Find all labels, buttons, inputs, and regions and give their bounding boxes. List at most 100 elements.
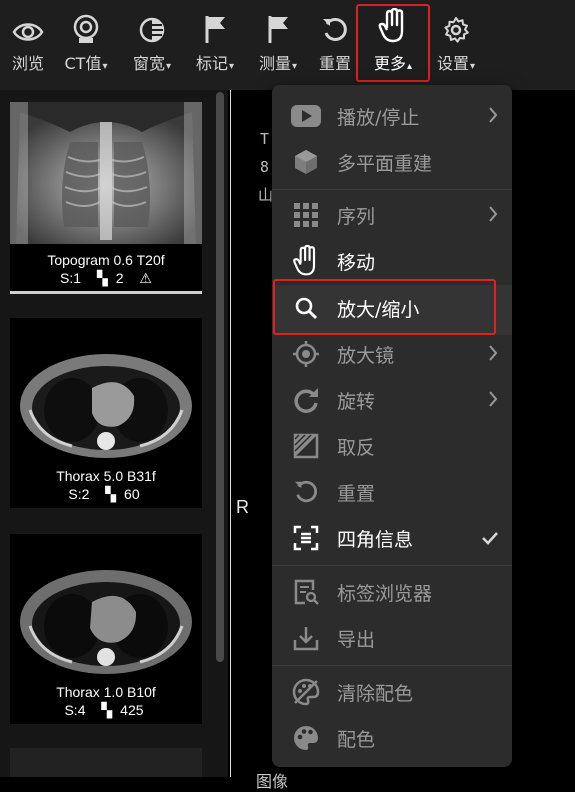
overlay-line-1: T	[260, 130, 270, 148]
ct-value-icon	[73, 14, 99, 43]
clear-palette-icon	[292, 678, 320, 706]
overlay-line-2: 8	[260, 158, 270, 176]
menu-divider	[272, 665, 512, 666]
tag-browser-icon	[294, 579, 319, 605]
toolbar: 浏览 CT值▾ 窗宽▾ 标记▾ 测量▾ 重置 更多▴ 设置▾	[0, 0, 575, 91]
menu-item-label: 播放/停止	[337, 106, 420, 129]
warning-icon: ⚠	[139, 270, 152, 286]
more-button[interactable]: 更多▴	[360, 0, 426, 84]
window-level-icon	[139, 17, 165, 43]
ct-value-label: CT值	[64, 54, 102, 73]
chevron-down-icon: ▾	[291, 61, 298, 72]
menu-item-play[interactable]: 播放/停止	[272, 93, 512, 139]
stack-icon: ▚	[101, 702, 113, 718]
orientation-marker: R	[236, 497, 249, 517]
more-label: 更多	[373, 54, 406, 73]
grid-icon	[294, 203, 318, 227]
menu-divider	[272, 189, 512, 190]
invert-icon	[293, 433, 319, 459]
ct-value-button[interactable]: CT值▾	[56, 0, 116, 84]
menu-item-sequence[interactable]: 序列	[272, 192, 512, 238]
series-name: Topogram 0.6 T20f	[47, 252, 165, 268]
thorax-axial-image	[10, 318, 202, 460]
menu-item-label: 重置	[337, 482, 376, 505]
mark-button[interactable]: 标记▾	[187, 0, 243, 84]
menu-divider	[272, 565, 512, 566]
rotate-icon	[294, 388, 318, 413]
window-level-label: 窗宽	[132, 54, 165, 73]
export-icon	[293, 627, 319, 651]
mark-label: 标记	[195, 54, 228, 73]
flag-icon	[205, 16, 225, 43]
menu-item-mpr[interactable]: 多平面重建	[272, 139, 512, 185]
series-number: S:1	[60, 270, 82, 286]
settings-button[interactable]: 设置▾	[428, 0, 484, 84]
series-number: S:4	[64, 702, 86, 718]
gear-icon	[444, 17, 469, 43]
series-meta: S:4 ▚ 425	[10, 702, 202, 719]
menu-item-zoom[interactable]: 放大/缩小	[272, 285, 512, 331]
menu-item-label: 移动	[337, 251, 376, 274]
search-icon	[295, 297, 318, 320]
menu-item-rotate[interactable]: 旋转	[272, 377, 512, 423]
topogram-image	[10, 102, 202, 244]
play-icon	[291, 105, 321, 127]
settings-label: 设置	[436, 54, 469, 73]
menu-item-label: 取反	[337, 436, 376, 459]
series-thumbnail-1[interactable]: Topogram 0.6 T20f S:1 ▚ 2 ⚠	[10, 102, 202, 294]
reset-button[interactable]: 重置	[314, 0, 356, 84]
series-name: Thorax 5.0 B31f	[56, 468, 156, 484]
menu-item-invert[interactable]: 取反	[272, 423, 512, 469]
chevron-right-icon	[488, 390, 498, 413]
hand-icon	[378, 8, 404, 43]
window-level-button[interactable]: 窗宽▾	[124, 0, 180, 84]
stack-icon: ▚	[105, 486, 117, 502]
image-count-value: 425	[120, 702, 144, 718]
menu-item-label: 放大镜	[337, 344, 395, 367]
measure-label: 测量	[258, 54, 291, 73]
menu-item-color[interactable]: 配色	[272, 715, 512, 761]
menu-item-corner-info[interactable]: 四角信息	[272, 515, 512, 561]
series-meta: S:1 ▚ 2 ⚠	[10, 270, 202, 287]
series-thumbnail-4-partial[interactable]	[10, 748, 202, 777]
menu-item-label: 导出	[337, 628, 376, 651]
chevron-down-icon: ▾	[469, 61, 476, 72]
sidebar-scrollbar[interactable]	[216, 92, 224, 662]
menu-item-move[interactable]: 移动	[272, 238, 512, 284]
reset-icon	[294, 480, 317, 503]
menu-item-label: 放大/缩小	[337, 298, 420, 321]
menu-item-clear-color[interactable]: 清除配色	[272, 669, 512, 715]
image-count-value: 2	[115, 270, 124, 286]
browse-label: 浏览	[11, 54, 44, 73]
series-meta: S:2 ▚ 60	[10, 486, 202, 503]
image-count: ▚ 425	[97, 702, 147, 718]
menu-item-label: 序列	[337, 205, 376, 228]
menu-item-label: 配色	[337, 728, 376, 751]
chevron-up-icon: ▴	[406, 61, 413, 72]
reset-label: 重置	[318, 54, 351, 73]
menu-item-magnifier[interactable]: 放大镜	[272, 331, 512, 377]
series-thumbnail-2[interactable]: Thorax 5.0 B31f S:2 ▚ 60	[10, 318, 202, 508]
thorax-axial-image	[10, 534, 202, 676]
menu-item-label: 四角信息	[337, 528, 414, 551]
measure-button[interactable]: 测量▾	[250, 0, 306, 84]
stack-icon: ▚	[96, 270, 108, 286]
menu-item-label: 旋转	[337, 390, 376, 413]
chevron-right-icon	[488, 344, 498, 367]
cube-icon	[295, 150, 317, 174]
series-number: S:2	[68, 486, 90, 502]
menu-item-label: 清除配色	[337, 682, 414, 705]
menu-item-tag-browser[interactable]: 标签浏览器	[272, 569, 512, 615]
menu-item-export[interactable]: 导出	[272, 615, 512, 661]
hand-move-icon	[293, 245, 316, 276]
chevron-down-icon: ▾	[165, 61, 172, 72]
browse-button[interactable]: 浏览	[6, 0, 50, 84]
image-count: ▚ 2	[93, 270, 128, 286]
series-thumbnail-3[interactable]: Thorax 1.0 B10f S:4 ▚ 425	[10, 534, 202, 724]
series-name: Thorax 1.0 B10f	[56, 684, 156, 700]
corner-info-icon	[293, 525, 319, 551]
overlay-bottom-text: 图像	[256, 772, 289, 791]
menu-item-reset[interactable]: 重置	[272, 469, 512, 515]
reset-icon	[323, 17, 347, 41]
palette-icon	[294, 726, 318, 750]
